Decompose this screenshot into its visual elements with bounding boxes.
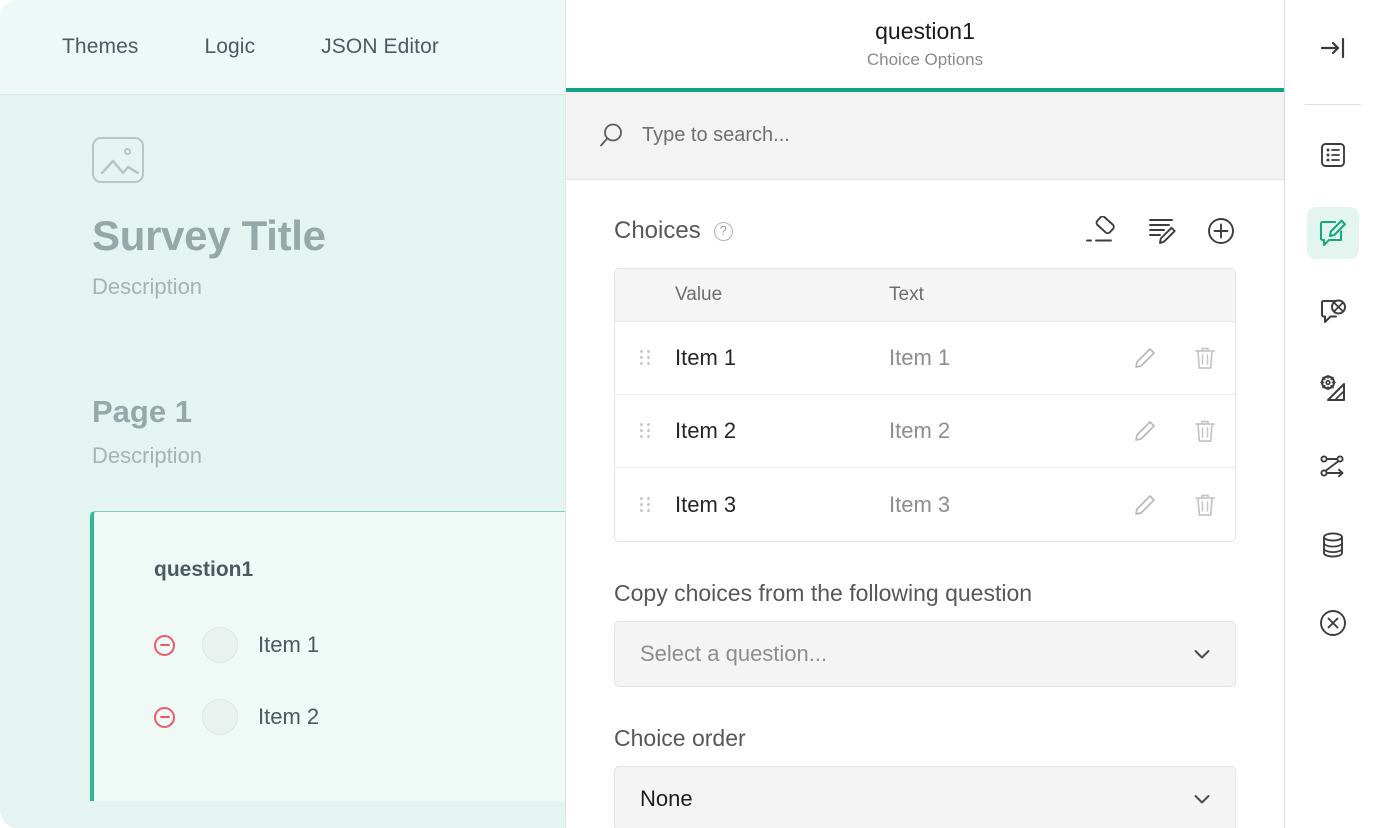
search-input[interactable]: Type to search... (642, 124, 790, 147)
choice-order-select[interactable]: None (614, 766, 1236, 828)
question-choice-row: Item 1 (154, 622, 565, 668)
search-icon (596, 121, 626, 151)
chevron-down-icon (1191, 643, 1213, 665)
question-choice-label: Item 1 (258, 632, 319, 658)
choices-section-header: Choices ? (614, 216, 1236, 246)
radio-button[interactable] (202, 699, 238, 735)
sidebar-item-database[interactable] (1307, 519, 1359, 571)
designer-canvas: Survey Title Description Page 1 Descript… (0, 95, 565, 828)
tab-logic[interactable]: Logic (204, 35, 255, 59)
choice-order-label: Choice order (614, 725, 1236, 752)
survey-creator-window: Themes Logic JSON Editor Survey Title De… (0, 0, 1380, 828)
edit-question-icon (1317, 217, 1349, 249)
choice-text[interactable]: Item 1 (889, 345, 1115, 371)
plus-circle-icon[interactable] (1206, 216, 1236, 246)
collapse-panel-icon[interactable] (1307, 22, 1359, 74)
column-header-value: Value (675, 284, 889, 306)
trash-icon[interactable] (1175, 344, 1235, 372)
question-choice-label: Item 2 (258, 704, 319, 730)
sidebar-item-theme[interactable] (1307, 363, 1359, 415)
choices-table: Value Text Item 1 Item 1 (614, 268, 1236, 542)
question-title[interactable]: question1 (154, 558, 565, 582)
theme-palette-icon (1317, 373, 1349, 405)
properties-icon-rail (1285, 0, 1380, 828)
sidebar-item-list-properties[interactable] (1307, 129, 1359, 181)
copy-choices-label: Copy choices from the following question (614, 580, 1236, 607)
image-placeholder-icon[interactable] (92, 137, 144, 183)
drag-handle-icon[interactable] (615, 350, 675, 366)
minus-circle-icon[interactable] (154, 707, 175, 728)
page-title[interactable]: Page 1 (92, 396, 565, 427)
trash-icon[interactable] (1175, 417, 1235, 445)
sidebar-item-close[interactable] (1307, 597, 1359, 649)
close-circle-icon (1318, 608, 1348, 638)
properties-body: Choices ? (566, 180, 1284, 828)
properties-header: question1 Choice Options (566, 0, 1284, 92)
table-row[interactable]: Item 1 Item 1 (615, 322, 1235, 395)
pencil-icon[interactable] (1115, 491, 1175, 519)
survey-designer-panel: Themes Logic JSON Editor Survey Title De… (0, 0, 565, 828)
clear-icon[interactable] (1084, 216, 1118, 246)
sidebar-item-question-settings[interactable] (1307, 285, 1359, 337)
choices-section-actions (1084, 216, 1236, 246)
choice-text[interactable]: Item 3 (889, 492, 1115, 518)
drag-handle-icon[interactable] (615, 497, 675, 513)
sidebar-item-logic[interactable] (1307, 441, 1359, 493)
table-row[interactable]: Item 3 Item 3 (615, 468, 1235, 541)
choice-value[interactable]: Item 3 (675, 492, 889, 518)
properties-subtitle: Choice Options (867, 50, 983, 70)
drag-handle-icon[interactable] (615, 423, 675, 439)
trash-icon[interactable] (1175, 491, 1235, 519)
survey-description[interactable]: Description (92, 274, 565, 300)
pencil-icon[interactable] (1115, 344, 1175, 372)
bulk-edit-icon[interactable] (1146, 216, 1178, 246)
question-mark-circle-icon[interactable]: ? (714, 222, 733, 241)
tab-json-editor[interactable]: JSON Editor (321, 35, 439, 59)
database-icon (1318, 530, 1348, 560)
survey-title[interactable]: Survey Title (92, 215, 565, 257)
copy-choices-select[interactable]: Select a question... (614, 621, 1236, 687)
choice-value[interactable]: Item 1 (675, 345, 889, 371)
table-row[interactable]: Item 2 Item 2 (615, 395, 1235, 468)
choice-value[interactable]: Item 2 (675, 418, 889, 444)
sidebar-item-edit-question[interactable] (1307, 207, 1359, 259)
copy-choices-value: Select a question... (640, 641, 1191, 667)
question-card[interactable]: question1 Item 1 Item 2 (90, 511, 565, 801)
question-choice-row: Item 2 (154, 694, 565, 740)
search-bar[interactable]: Type to search... (566, 92, 1284, 180)
properties-title: question1 (875, 18, 975, 46)
properties-panel: question1 Choice Options Type to search.… (565, 0, 1285, 828)
designer-tabbar: Themes Logic JSON Editor (0, 0, 565, 95)
logic-branch-icon (1317, 451, 1349, 483)
choices-section-title: Choices (614, 217, 701, 245)
rail-divider (1305, 104, 1361, 105)
column-header-text: Text (889, 284, 1115, 306)
tab-themes[interactable]: Themes (62, 35, 138, 59)
choice-order-value: None (640, 786, 1191, 812)
question-settings-icon (1317, 295, 1349, 327)
image-placeholder-dot (124, 148, 131, 155)
list-properties-icon (1318, 140, 1348, 170)
pencil-icon[interactable] (1115, 417, 1175, 445)
choices-table-header: Value Text (615, 269, 1235, 322)
chevron-down-icon (1191, 788, 1213, 810)
radio-button[interactable] (202, 627, 238, 663)
image-placeholder-mountain (101, 157, 139, 174)
choice-text[interactable]: Item 2 (889, 418, 1115, 444)
page-description[interactable]: Description (92, 443, 565, 469)
minus-circle-icon[interactable] (154, 635, 175, 656)
